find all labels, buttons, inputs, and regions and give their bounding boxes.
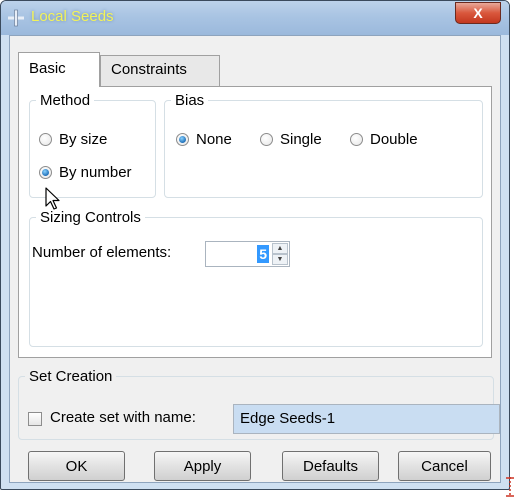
dialog-body: Basic Constraints Method By size By numb… <box>9 35 501 483</box>
bias-none-radio[interactable]: None <box>176 131 232 148</box>
bias-single-radio[interactable]: Single <box>260 131 322 148</box>
spin-down-icon[interactable]: ▼ <box>272 254 288 265</box>
bias-legend: Bias <box>175 92 205 109</box>
tab-basic[interactable]: Basic <box>18 52 100 87</box>
resize-marker-icon <box>506 477 514 497</box>
radio-label: Double <box>370 131 418 148</box>
bias-double-radio[interactable]: Double <box>350 131 418 148</box>
create-set-label: Create set with name: <box>50 409 196 426</box>
radio-label: By number <box>59 164 132 181</box>
method-legend: Method <box>40 92 91 109</box>
set-name-field[interactable]: Edge Seeds-1 <box>233 404 500 434</box>
radio-label: Single <box>280 131 322 148</box>
local-seeds-dialog: Local Seeds X Basic Constraints Method B… <box>0 0 510 490</box>
defaults-button[interactable]: Defaults <box>282 451 379 481</box>
basic-tab-panel: Method By size By number Bias None Singl… <box>18 86 492 358</box>
abaqus-cross-icon <box>8 9 24 27</box>
radio-unchecked-icon <box>350 133 363 146</box>
close-button[interactable]: X <box>455 2 501 24</box>
radio-unchecked-icon <box>260 133 273 146</box>
radio-unchecked-icon <box>39 133 52 146</box>
tab-constraints[interactable]: Constraints <box>100 55 220 86</box>
radio-label: None <box>196 131 232 148</box>
number-of-elements-label: Number of elements: <box>32 244 172 261</box>
ok-button[interactable]: OK <box>28 451 125 481</box>
cancel-button[interactable]: Cancel <box>398 451 491 481</box>
set-creation-legend: Set Creation <box>29 368 113 385</box>
number-of-elements-value[interactable]: 5 <box>257 245 269 263</box>
method-by-size-radio[interactable]: By size <box>39 131 107 148</box>
method-by-number-radio[interactable]: By number <box>39 164 132 181</box>
sizing-controls-group: Sizing Controls Number of elements: 5 ▲ … <box>29 209 483 347</box>
radio-label: By size <box>59 131 108 148</box>
radio-checked-icon <box>176 133 189 146</box>
window-title: Local Seeds <box>31 8 114 25</box>
radio-checked-icon <box>39 166 52 179</box>
apply-button[interactable]: Apply <box>154 451 251 481</box>
mouse-cursor-icon <box>45 187 60 210</box>
title-bar[interactable]: Local Seeds X <box>1 1 509 35</box>
create-set-checkbox[interactable] <box>28 412 42 426</box>
close-icon: X <box>473 5 483 21</box>
number-of-elements-spinbox[interactable]: 5 ▲ ▼ <box>205 241 290 267</box>
spin-up-icon[interactable]: ▲ <box>272 243 288 254</box>
